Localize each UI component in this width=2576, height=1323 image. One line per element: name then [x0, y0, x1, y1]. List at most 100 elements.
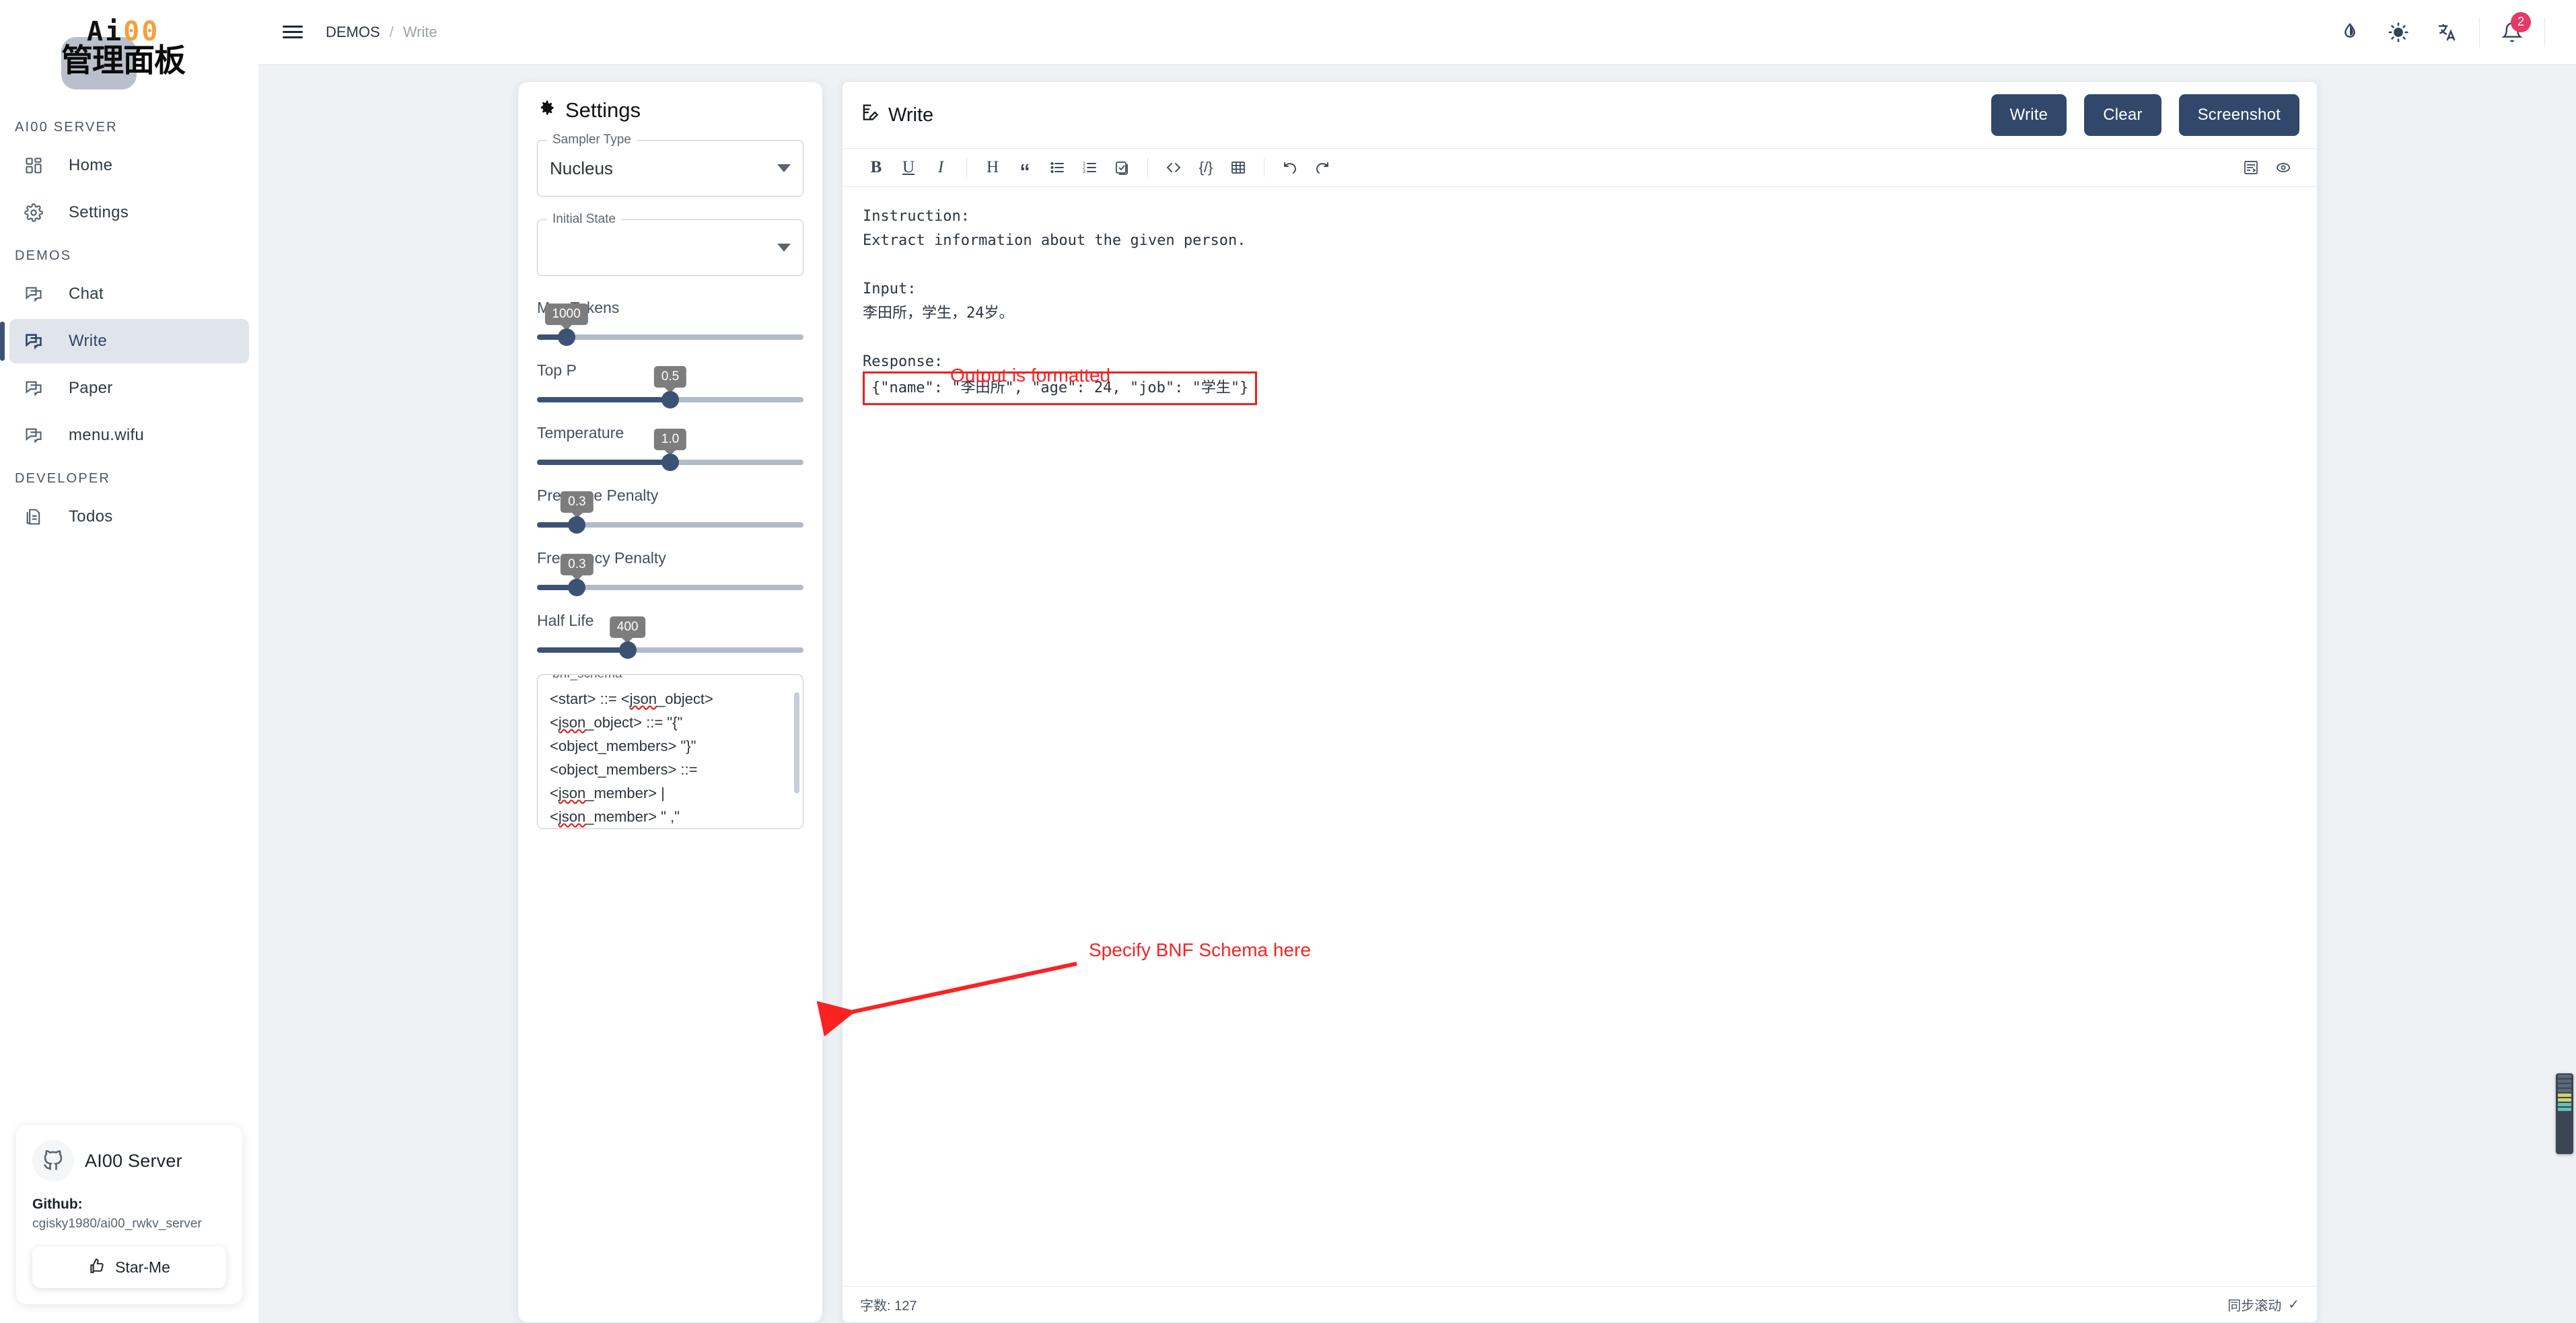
- breadcrumb-separator: /: [389, 23, 394, 40]
- heading-icon[interactable]: H: [976, 152, 1009, 183]
- minimap-row: [2558, 1108, 2571, 1111]
- slider-thumb[interactable]: [618, 641, 637, 659]
- editor-line: Instruction:: [863, 208, 970, 225]
- bnf-schema-textarea[interactable]: bnf_schema <start> ::= <json_object> <js…: [537, 674, 803, 829]
- translate-icon[interactable]: [2423, 8, 2471, 57]
- code-minimap[interactable]: [2556, 1073, 2573, 1154]
- dashboard-icon: [24, 156, 54, 175]
- editor-body[interactable]: Instruction: Extract information about t…: [843, 187, 2317, 1286]
- write-actions: Write Clear Screenshot: [1991, 94, 2299, 136]
- slider-value-bubble: 0.3: [561, 491, 594, 513]
- slider-temperature[interactable]: Temperature 1.0: [537, 424, 803, 471]
- contrast-icon[interactable]: [2326, 8, 2374, 57]
- table-icon[interactable]: [1222, 152, 1254, 183]
- word-wrap-icon[interactable]: [2235, 152, 2267, 183]
- editor-line: Input:: [863, 281, 917, 297]
- inline-code-icon[interactable]: {/}: [1190, 152, 1222, 183]
- slider-track[interactable]: 1.0: [537, 429, 803, 471]
- sidebar-item-home[interactable]: Home: [9, 143, 249, 188]
- svg-text:3: 3: [1083, 170, 1085, 174]
- slider-presence-penalty[interactable]: Presence Penalty 0.3: [537, 487, 803, 534]
- minimap-row: [2558, 1079, 2571, 1083]
- bullet-list-icon[interactable]: [1041, 152, 1073, 183]
- bnf-line: <object_members> "}": [550, 738, 696, 754]
- slider-half-life[interactable]: Half Life 400: [537, 612, 803, 659]
- sidebar-item-todos[interactable]: Todos: [9, 495, 249, 539]
- slider-track[interactable]: 0.3: [537, 554, 803, 596]
- chat-icon: [24, 332, 54, 351]
- gear-icon: [537, 98, 556, 122]
- slider-track[interactable]: 1000: [537, 303, 803, 346]
- write-panel: Write Write Clear Screenshot B U I H “ 1…: [843, 82, 2317, 1322]
- undo-icon[interactable]: [1274, 152, 1306, 183]
- slider-track[interactable]: 400: [537, 616, 803, 659]
- sidebar: Ai00 管理面板 AI00 SERVER Home Settings DEMO…: [0, 0, 258, 1323]
- sidebar-item-write[interactable]: Write: [0, 319, 249, 363]
- hamburger-icon[interactable]: [283, 26, 303, 38]
- slider-max-tokens[interactable]: Max Tokens 1000: [537, 299, 803, 346]
- ordered-list-icon[interactable]: 123: [1073, 152, 1106, 183]
- minimap-row: [2558, 1084, 2571, 1087]
- slider-thumb[interactable]: [568, 579, 586, 596]
- minimap-row: [2558, 1094, 2571, 1097]
- sidebar-item-paper[interactable]: Paper: [9, 366, 249, 410]
- minimap-row: [2558, 1075, 2571, 1078]
- breadcrumb: DEMOS / Write: [326, 24, 437, 41]
- slider-top-p[interactable]: Top P 0.5: [537, 361, 803, 408]
- slider-thumb[interactable]: [557, 328, 575, 346]
- underline-icon[interactable]: U: [892, 152, 925, 183]
- italic-icon[interactable]: I: [925, 152, 957, 183]
- bold-icon[interactable]: B: [860, 152, 892, 183]
- github-url: cgisky1980/ai00_rwkv_server: [32, 1217, 202, 1231]
- slider-value-bubble: 0.5: [653, 366, 687, 388]
- write-button[interactable]: Write: [1991, 94, 2067, 136]
- star-me-button[interactable]: Star-Me: [32, 1246, 226, 1288]
- quote-icon[interactable]: “: [1009, 152, 1041, 183]
- content-area: Settings Sampler Type Nucleus Initial St…: [258, 65, 2576, 1323]
- sidebar-item-chat[interactable]: Chat: [9, 272, 249, 316]
- slider-fill: [537, 647, 628, 653]
- sidebar-item-menu-wifu[interactable]: menu.wifu: [9, 413, 249, 458]
- sampler-type-label: Sampler Type: [547, 133, 637, 147]
- github-card: AI00 Server Github: cgisky1980/ai00_rwkv…: [16, 1125, 242, 1304]
- sampler-type-select[interactable]: Sampler Type Nucleus: [537, 133, 803, 196]
- write-header: Write Write Clear Screenshot: [843, 82, 2317, 148]
- slider-label: Half Life: [537, 612, 594, 629]
- settings-title: Settings: [537, 98, 803, 122]
- sidebar-item-label: Todos: [69, 507, 113, 526]
- code-block-icon[interactable]: [1157, 152, 1190, 183]
- bnf-line: <json_member> |: [550, 785, 665, 801]
- toolbar-divider: [2479, 17, 2480, 47]
- bnf-line: <object_members> ::=: [550, 761, 698, 778]
- slider-track[interactable]: 0.3: [537, 491, 803, 534]
- slider-value-bubble: 1.0: [653, 429, 687, 450]
- sidebar-item-settings[interactable]: Settings: [9, 190, 249, 235]
- toolbar-divider: [2544, 17, 2545, 47]
- bnf-scrollbar[interactable]: [794, 692, 799, 793]
- initial-state-select[interactable]: Initial State: [537, 212, 803, 276]
- clear-button[interactable]: Clear: [2084, 94, 2161, 136]
- thumbs-up-icon: [88, 1256, 106, 1278]
- star-me-label: Star-Me: [115, 1258, 170, 1276]
- sidebar-item-label: Home: [69, 156, 113, 174]
- sync-scroll-toggle[interactable]: 同步滚动 ✓: [2227, 1295, 2299, 1314]
- redo-icon[interactable]: [1306, 152, 1338, 183]
- breadcrumb-parent[interactable]: DEMOS: [326, 24, 380, 41]
- slider-thumb[interactable]: [661, 454, 679, 471]
- preview-eye-icon[interactable]: [2267, 152, 2299, 183]
- slider-frequency-penalty[interactable]: Frequency Penalty 0.3: [537, 549, 803, 596]
- bnf-line: <json_object> ::= "{": [550, 714, 683, 731]
- breadcrumb-current: Write: [402, 23, 437, 40]
- notification-bell-icon[interactable]: 2: [2488, 8, 2536, 57]
- word-count-label: 字数: 127: [860, 1299, 917, 1314]
- slider-track[interactable]: 0.5: [537, 366, 803, 408]
- minimap-row: [2558, 1098, 2571, 1102]
- slider-thumb[interactable]: [568, 516, 586, 534]
- brightness-icon[interactable]: [2374, 8, 2423, 57]
- slider-thumb[interactable]: [661, 391, 679, 408]
- chat-icon: [24, 285, 54, 303]
- gear-icon: [24, 203, 54, 222]
- screenshot-button[interactable]: Screenshot: [2178, 94, 2299, 136]
- checklist-icon[interactable]: [1106, 152, 1138, 183]
